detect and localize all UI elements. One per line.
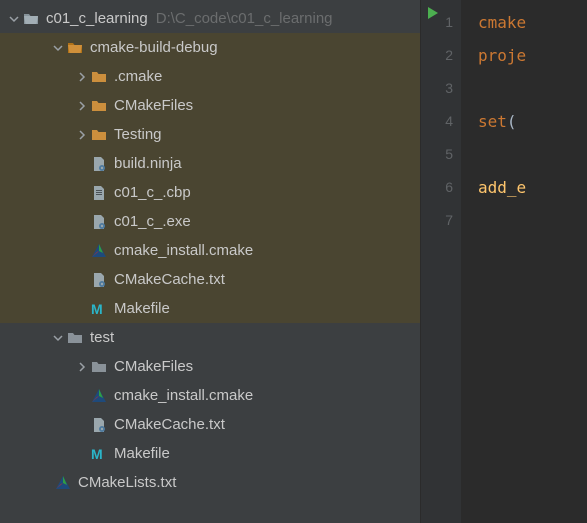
chevron-placeholder xyxy=(74,301,90,317)
tree-item[interactable]: cmake_install.cmake xyxy=(0,236,420,265)
tree-item-label: cmake_install.cmake xyxy=(114,242,253,259)
line-number: 5 xyxy=(445,138,453,171)
tree-item-label: Makefile xyxy=(114,445,170,462)
tree-item[interactable]: cmake_install.cmake xyxy=(0,381,420,410)
chevron-placeholder xyxy=(38,475,54,491)
run-icon[interactable] xyxy=(427,6,439,22)
tree-item-label: CMakeCache.txt xyxy=(114,271,225,288)
line-number: 3 xyxy=(445,72,453,105)
code-line: proje xyxy=(478,39,587,72)
tree-item[interactable]: cmake-build-debug xyxy=(0,33,420,62)
tree-item[interactable]: c01_c_.cbp xyxy=(0,178,420,207)
tree-item-label: CMakeCache.txt xyxy=(114,416,225,433)
makefile-icon: M xyxy=(90,445,108,463)
text-file-icon xyxy=(90,184,108,202)
tree-item[interactable]: build.ninja xyxy=(0,149,420,178)
tree-item-label: c01_c_.exe xyxy=(114,213,191,230)
chevron-right-icon[interactable] xyxy=(74,69,90,85)
chevron-placeholder xyxy=(74,417,90,433)
code-line: cmake xyxy=(478,6,587,39)
tree-item[interactable]: c01_c_.exe xyxy=(0,207,420,236)
tree-item-label: Testing xyxy=(114,126,162,143)
chevron-down-icon[interactable] xyxy=(6,11,22,27)
tree-item-label: .cmake xyxy=(114,68,162,85)
chevron-placeholder xyxy=(74,156,90,172)
tree-item[interactable]: M Makefile xyxy=(0,294,420,323)
tree-item[interactable]: .cmake xyxy=(0,62,420,91)
tree-item-label: Makefile xyxy=(114,300,170,317)
tree-item-label: test xyxy=(90,329,114,346)
code-editor[interactable]: cmakeproje set( add_e xyxy=(462,0,587,523)
tree-item-label: cmake-build-debug xyxy=(90,39,218,56)
gear-file-icon xyxy=(90,271,108,289)
code-line xyxy=(478,138,587,171)
line-number: 2 xyxy=(445,39,453,72)
chevron-right-icon[interactable] xyxy=(74,127,90,143)
gear-file-icon xyxy=(90,155,108,173)
svg-text:M: M xyxy=(91,301,103,317)
line-number: 4 xyxy=(445,105,453,138)
line-number: 7 xyxy=(445,204,453,237)
folder-open-icon xyxy=(22,10,40,28)
code-line: add_e xyxy=(478,171,587,204)
code-line: set( xyxy=(478,105,587,138)
chevron-right-icon[interactable] xyxy=(74,98,90,114)
tree-item-label: CMakeFiles xyxy=(114,358,193,375)
makefile-icon: M xyxy=(90,300,108,318)
chevron-placeholder xyxy=(74,185,90,201)
line-number: 6 xyxy=(445,171,453,204)
tree-item[interactable]: M Makefile xyxy=(0,439,420,468)
tree-item[interactable]: CMakeLists.txt xyxy=(0,468,420,497)
cmake-icon xyxy=(54,474,72,492)
project-root-row[interactable]: c01_c_learning D:\C_code\c01_c_learning xyxy=(0,4,420,33)
code-line xyxy=(478,72,587,105)
chevron-placeholder xyxy=(74,388,90,404)
tree-item-label: c01_c_.cbp xyxy=(114,184,191,201)
chevron-down-icon[interactable] xyxy=(50,40,66,56)
tree-item-label: CMakeLists.txt xyxy=(78,474,176,491)
folder-icon xyxy=(90,68,108,86)
tree-item[interactable]: CMakeCache.txt xyxy=(0,410,420,439)
tree-item[interactable]: CMakeFiles xyxy=(0,352,420,381)
tree-item-label: CMakeFiles xyxy=(114,97,193,114)
project-tree[interactable]: c01_c_learning D:\C_code\c01_c_learning … xyxy=(0,0,420,523)
folder-grey-icon xyxy=(90,358,108,376)
chevron-right-icon[interactable] xyxy=(74,359,90,375)
tree-item[interactable]: test xyxy=(0,323,420,352)
tree-item[interactable]: CMakeCache.txt xyxy=(0,265,420,294)
tree-item-label: build.ninja xyxy=(114,155,182,172)
chevron-placeholder xyxy=(74,272,90,288)
line-number: 1 xyxy=(445,6,453,39)
gear-file-icon xyxy=(90,213,108,231)
folder-grey-icon xyxy=(66,329,84,347)
tree-item-label: cmake_install.cmake xyxy=(114,387,253,404)
editor-gutter: 1234567 xyxy=(420,0,462,523)
folder-open-icon xyxy=(66,39,84,57)
project-root-name: c01_c_learning xyxy=(46,10,148,27)
folder-icon xyxy=(90,97,108,115)
chevron-placeholder xyxy=(74,214,90,230)
chevron-down-icon[interactable] xyxy=(50,330,66,346)
gear-file-icon xyxy=(90,416,108,434)
code-line xyxy=(478,204,587,237)
folder-icon xyxy=(90,126,108,144)
cmake-icon xyxy=(90,242,108,260)
cmake-icon xyxy=(90,387,108,405)
chevron-placeholder xyxy=(74,446,90,462)
chevron-placeholder xyxy=(74,243,90,259)
project-root-path: D:\C_code\c01_c_learning xyxy=(156,10,333,27)
tree-item[interactable]: Testing xyxy=(0,120,420,149)
tree-item[interactable]: CMakeFiles xyxy=(0,91,420,120)
svg-text:M: M xyxy=(91,446,103,462)
